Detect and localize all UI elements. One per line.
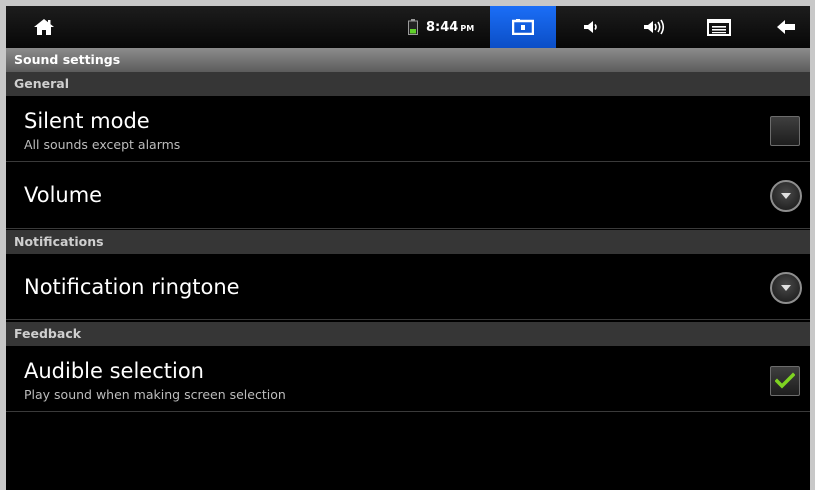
menu-icon (706, 19, 731, 36)
pref-title: Audible selection (24, 359, 204, 383)
volume-dropdown[interactable] (770, 180, 802, 212)
pref-notification-ringtone[interactable]: Notification ringtone (6, 254, 810, 320)
volume-down-icon (584, 21, 597, 33)
page-title: Sound settings (6, 48, 810, 72)
section-header-feedback: Feedback (6, 322, 810, 346)
silent-mode-checkbox[interactable] (770, 116, 800, 146)
clock: 8:44 PM (426, 20, 474, 35)
pref-title: Notification ringtone (24, 275, 240, 299)
settings-screen: 8:44 PM Sound settings General Silent mo… (6, 6, 810, 490)
notification-ringtone-dropdown[interactable] (770, 272, 802, 304)
clock-ampm: PM (460, 23, 475, 33)
screenshot-icon (512, 19, 534, 35)
pref-title: Silent mode (24, 109, 150, 133)
pref-audible-selection[interactable]: Audible selection Play sound when making… (6, 346, 810, 412)
pref-summary: All sounds except alarms (24, 137, 181, 152)
pref-summary: Play sound when making screen selection (24, 387, 286, 402)
pref-title: Volume (24, 183, 103, 207)
pref-silent-mode[interactable]: Silent mode All sounds except alarms (6, 96, 810, 162)
audible-selection-checkbox[interactable] (770, 366, 800, 396)
status-bar: 8:44 PM (6, 6, 810, 48)
battery-clock: 8:44 PM (408, 6, 488, 48)
clock-time: 8:44 (426, 19, 459, 35)
check-icon (775, 372, 795, 389)
volume-down-button[interactable] (566, 6, 616, 48)
pref-volume[interactable]: Volume (6, 163, 810, 229)
battery-icon (408, 19, 418, 35)
home-icon (34, 19, 54, 35)
back-button[interactable] (763, 6, 808, 48)
section-header-general: General (6, 72, 810, 96)
volume-up-button[interactable] (629, 6, 679, 48)
chevron-down-icon (781, 285, 791, 291)
screenshot-button[interactable] (490, 6, 556, 48)
back-icon (776, 20, 795, 34)
volume-up-icon (644, 19, 665, 35)
section-header-notifications: Notifications (6, 230, 810, 254)
home-button[interactable] (24, 6, 64, 48)
chevron-down-icon (781, 193, 791, 199)
menu-button[interactable] (696, 6, 741, 48)
